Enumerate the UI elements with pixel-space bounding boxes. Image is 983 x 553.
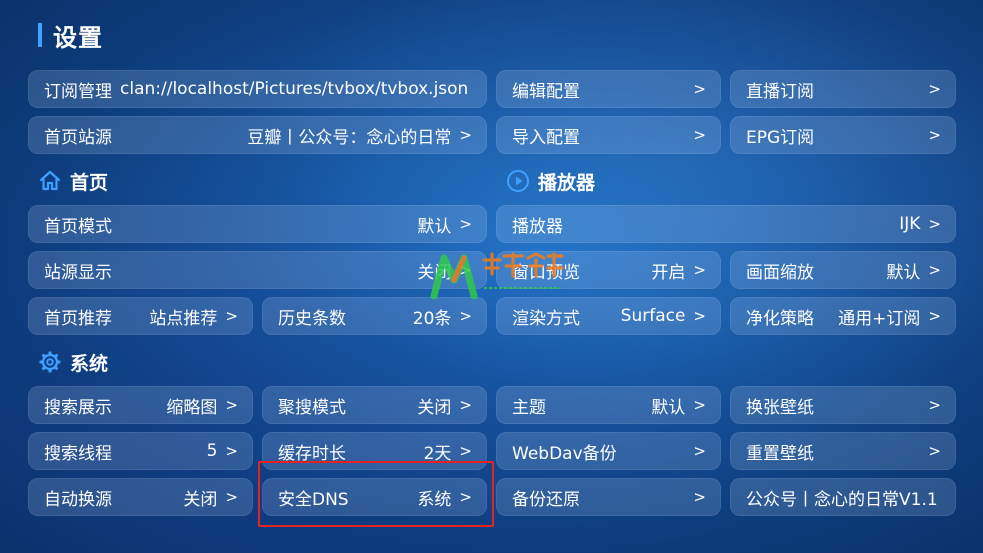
chevron-right-icon: >: [928, 307, 941, 325]
theme-label: 主题: [512, 397, 546, 418]
chevron-right-icon: >: [459, 215, 472, 233]
auto-switch-row[interactable]: 自动换源 关闭 >: [28, 478, 253, 516]
image-scale-row[interactable]: 画面缩放 默认 >: [730, 251, 956, 289]
edit-config-row[interactable]: 编辑配置 >: [496, 70, 721, 108]
search-threads-row[interactable]: 搜索线程 5 >: [28, 432, 253, 470]
chevron-right-icon: >: [225, 307, 238, 325]
source-display-label: 站源显示: [44, 262, 112, 283]
edit-config-label: 编辑配置: [512, 81, 580, 102]
purify-policy-label: 净化策略: [746, 308, 814, 329]
purify-policy-row[interactable]: 净化策略 通用+订阅 >: [730, 297, 956, 335]
home-source-label: 首页站源: [44, 127, 112, 148]
history-count-label: 历史条数: [278, 308, 346, 329]
chevron-right-icon: >: [693, 488, 706, 506]
chevron-right-icon: >: [459, 442, 472, 460]
play-circle-icon: [507, 170, 529, 192]
chevron-right-icon: >: [928, 80, 941, 98]
chevron-right-icon: >: [928, 126, 941, 144]
chevron-right-icon: >: [225, 442, 238, 460]
search-display-value: 缩略图: [166, 397, 218, 418]
theme-row[interactable]: 主题 默认 >: [496, 386, 721, 424]
image-scale-label: 画面缩放: [746, 262, 814, 283]
chevron-right-icon: >: [693, 126, 706, 144]
chevron-right-icon: >: [693, 261, 706, 279]
player-row[interactable]: 播放器 IJK >: [496, 205, 956, 243]
player-value: IJK: [899, 214, 921, 234]
auto-switch-value: 关闭: [183, 489, 218, 510]
section-player: 播放器: [506, 166, 595, 196]
chevron-right-icon: >: [225, 488, 238, 506]
search-display-label: 搜索展示: [44, 397, 112, 418]
aggregate-mode-row[interactable]: 聚搜模式 关闭 >: [262, 386, 487, 424]
subscription-row[interactable]: 订阅管理 clan://localhost/Pictures/tvbox/tvb…: [28, 70, 487, 108]
section-system: 系统: [38, 347, 108, 377]
import-config-label: 导入配置: [512, 127, 580, 148]
epg-sub-row[interactable]: EPG订阅 >: [730, 116, 956, 154]
home-recommend-row[interactable]: 首页推荐 站点推荐 >: [28, 297, 253, 335]
import-config-row[interactable]: 导入配置 >: [496, 116, 721, 154]
chevron-right-icon: >: [693, 396, 706, 414]
home-mode-label: 首页模式: [44, 216, 112, 237]
backup-restore-row[interactable]: 备份还原 >: [496, 478, 721, 516]
image-scale-value: 默认: [886, 262, 921, 283]
aggregate-mode-label: 聚搜模式: [278, 397, 346, 418]
purify-policy-value: 通用+订阅: [838, 308, 921, 329]
change-wallpaper-row[interactable]: 换张壁纸 >: [730, 386, 956, 424]
home-source-value: 豆瓣丨公众号：念心的日常: [247, 127, 452, 148]
official-account-row[interactable]: 公众号丨念心的日常V1.1: [730, 478, 956, 516]
search-display-row[interactable]: 搜索展示 缩略图 >: [28, 386, 253, 424]
home-mode-row[interactable]: 首页模式 默认 >: [28, 205, 487, 243]
chevron-right-icon: >: [928, 215, 941, 233]
home-recommend-label: 首页推荐: [44, 308, 112, 329]
chevron-right-icon: >: [693, 442, 706, 460]
watermark-logo: [430, 252, 564, 300]
window-preview-value: 开启: [651, 262, 686, 283]
title-accent-bar: [38, 23, 42, 47]
page-title-text: 设置: [53, 23, 103, 52]
section-home-label: 首页: [70, 171, 109, 194]
section-player-label: 播放器: [538, 171, 596, 194]
home-recommend-value: 站点推荐: [149, 308, 218, 329]
chevron-right-icon: >: [928, 442, 941, 460]
chevron-right-icon: >: [459, 126, 472, 144]
page-title: 设置: [38, 20, 103, 52]
chevron-right-icon: >: [459, 396, 472, 414]
change-wallpaper-label: 换张壁纸: [746, 397, 814, 418]
section-system-label: 系统: [70, 352, 109, 375]
epg-sub-label: EPG订阅: [746, 127, 815, 148]
cache-duration-label: 缓存时长: [278, 443, 346, 464]
highlight-annotation: [258, 461, 494, 527]
home-icon: [39, 170, 61, 191]
aggregate-mode-value: 关闭: [417, 397, 452, 418]
source-display-row[interactable]: 站源显示 关闭 >: [28, 251, 487, 289]
chevron-right-icon: >: [225, 396, 238, 414]
player-label: 播放器: [512, 216, 563, 237]
live-sub-label: 直播订阅: [746, 81, 814, 102]
webdav-backup-label: WebDav备份: [512, 443, 617, 464]
search-threads-label: 搜索线程: [44, 443, 112, 464]
backup-restore-label: 备份还原: [512, 489, 580, 510]
reset-wallpaper-row[interactable]: 重置壁纸 >: [730, 432, 956, 470]
reset-wallpaper-label: 重置壁纸: [746, 443, 814, 464]
auto-switch-label: 自动换源: [44, 489, 112, 510]
home-mode-value: 默认: [417, 216, 452, 237]
search-threads-value: 5: [206, 441, 218, 461]
gear-icon: [39, 351, 61, 373]
chevron-right-icon: >: [693, 307, 706, 325]
cache-duration-value: 2天: [423, 443, 452, 464]
webdav-backup-row[interactable]: WebDav备份 >: [496, 432, 721, 470]
theme-value: 默认: [651, 397, 686, 418]
live-sub-row[interactable]: 直播订阅 >: [730, 70, 956, 108]
home-source-row[interactable]: 首页站源 豆瓣丨公众号：念心的日常 >: [28, 116, 487, 154]
render-mode-value: Surface: [620, 306, 686, 326]
chevron-right-icon: >: [928, 396, 941, 414]
chevron-right-icon: >: [693, 80, 706, 98]
official-account-label: 公众号丨念心的日常V1.1: [746, 489, 938, 510]
chevron-right-icon: >: [928, 261, 941, 279]
section-home: 首页: [38, 166, 108, 196]
subscription-url: clan://localhost/Pictures/tvbox/tvbox.js…: [120, 79, 469, 99]
subscription-label: 订阅管理: [44, 81, 112, 102]
